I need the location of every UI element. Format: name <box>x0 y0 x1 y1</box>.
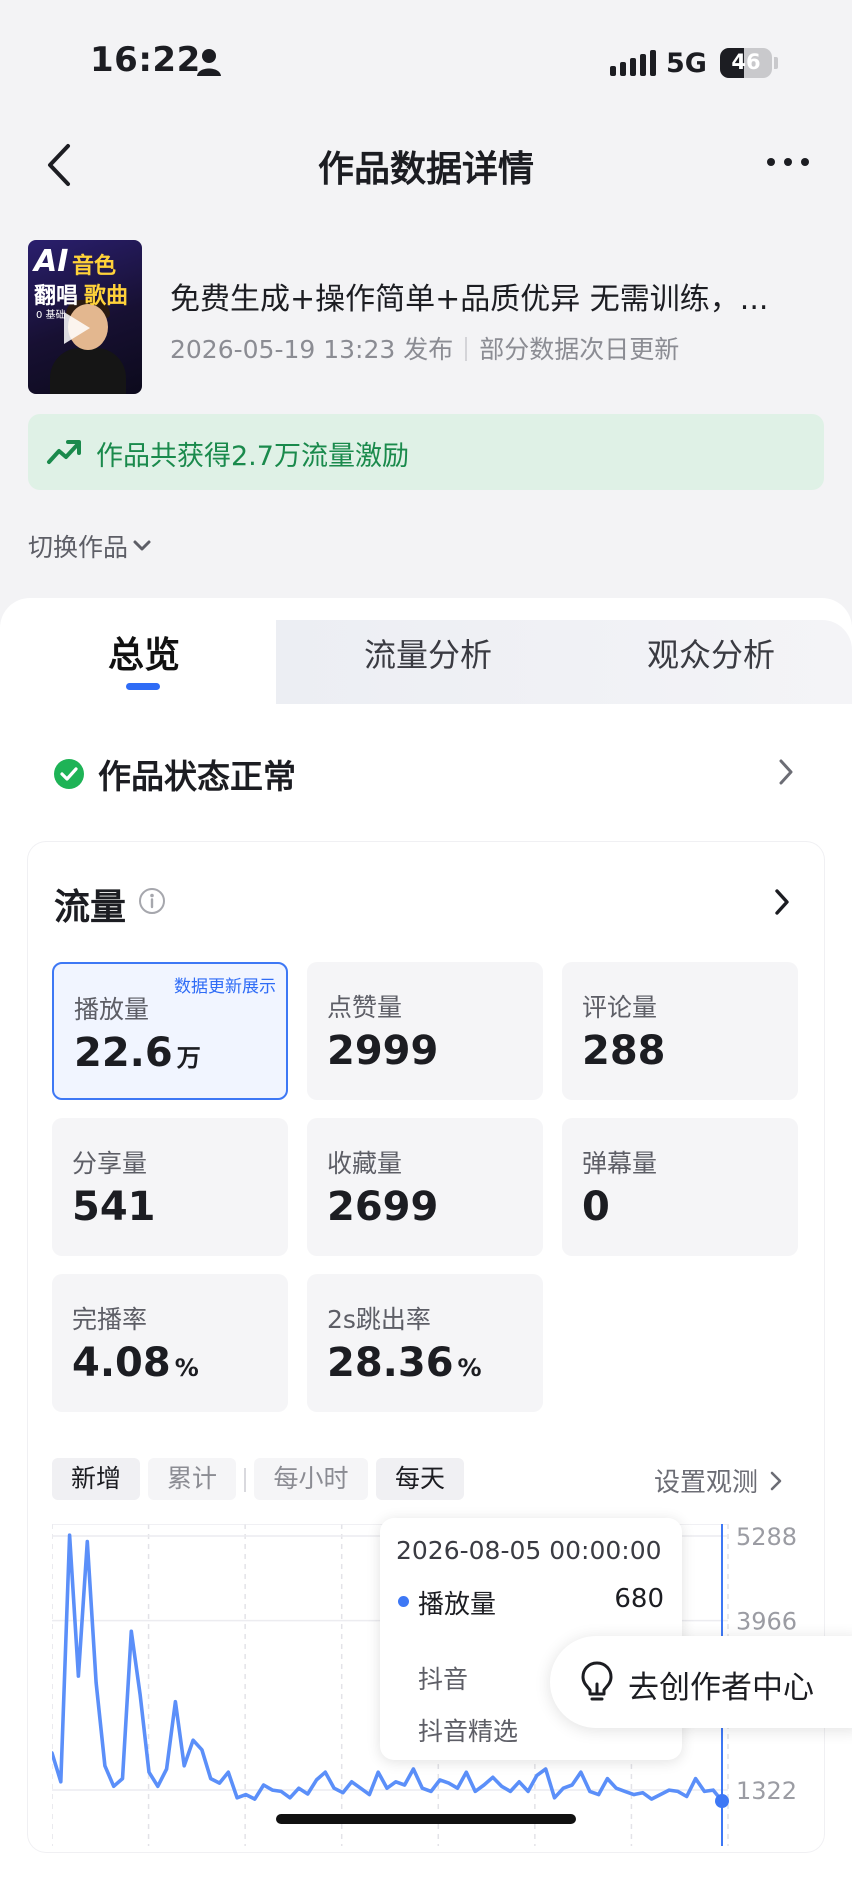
stat-card-shares[interactable]: 分享量 541 <box>52 1118 288 1256</box>
tooltip-source: 抖音精选 <box>418 1717 519 1746</box>
tab-traffic-analysis[interactable]: 流量分析 <box>364 630 492 676</box>
publish-info: 2026-05-19 13:23 发布 <box>170 335 454 364</box>
stat-label: 点赞量 <box>327 993 403 1022</box>
person-icon <box>197 49 221 76</box>
stat-card-bounce-rate[interactable]: 2s跳出率 28.36% <box>307 1274 543 1412</box>
thumb-text-3: 歌曲 <box>84 284 129 309</box>
stat-label: 收藏量 <box>327 1149 403 1178</box>
battery-cap <box>774 57 778 69</box>
traffic-title: 流量 <box>54 887 127 928</box>
signal-icon <box>610 50 656 76</box>
meta-divider <box>465 337 468 361</box>
chevron-down-icon <box>133 540 151 551</box>
update-note: 部分数据次日更新 <box>479 335 680 364</box>
stat-card-favorites[interactable]: 收藏量 2699 <box>307 1118 543 1256</box>
thumb-text-1: 音色 <box>72 254 117 279</box>
stat-value: 22.6 万 <box>74 1030 201 1076</box>
stat-value: 0 <box>582 1184 610 1230</box>
stat-label: 评论量 <box>582 993 658 1022</box>
stat-label: 分享量 <box>72 1149 148 1178</box>
tooltip-source: 抖音 <box>418 1665 469 1694</box>
stat-card-completion-rate[interactable]: 完播率 4.08% <box>52 1274 288 1412</box>
chevron-right-icon[interactable] <box>778 758 794 786</box>
stat-value: 288 <box>582 1028 666 1074</box>
stat-value: 4.08% <box>72 1340 199 1386</box>
lightbulb-icon <box>581 1661 613 1701</box>
segment-hourly[interactable]: 每小时 <box>254 1458 368 1500</box>
traffic-incentive-banner[interactable]: 作品共获得2.7万流量激励 <box>28 414 824 490</box>
battery-level: 46 <box>731 50 761 74</box>
stat-value: 2999 <box>327 1028 439 1074</box>
thumb-ai-text: AI <box>34 244 69 279</box>
stat-card-danmaku[interactable]: 弹幕量 0 <box>562 1118 798 1256</box>
play-icon <box>64 312 90 344</box>
tooltip-date: 2026-08-05 00:00:00 <box>396 1536 662 1565</box>
tab-overview[interactable]: 总览 <box>108 626 180 678</box>
segment-divider <box>244 1468 246 1492</box>
y-tick-label: 3966 <box>736 1608 796 1636</box>
video-title[interactable]: 免费生成+操作简单+品质优异 无需训练，... <box>170 274 810 318</box>
check-circle-icon <box>54 759 84 789</box>
stat-label: 完播率 <box>72 1305 148 1334</box>
battery-icon: 46 <box>720 48 772 78</box>
y-tick-label: 1322 <box>736 1777 796 1805</box>
switch-label: 切换作品 <box>28 533 129 562</box>
tab-audience-analysis[interactable]: 观众分析 <box>647 630 775 676</box>
banner-text: 作品共获得2.7万流量激励 <box>96 441 409 472</box>
tooltip-value: 680 <box>614 1584 664 1614</box>
stat-label: 2s跳出率 <box>327 1305 431 1334</box>
creator-center-label: 去创作者中心 <box>628 1670 814 1706</box>
video-meta: 2026-05-19 13:23 发布 部分数据次日更新 <box>170 330 679 366</box>
work-status-text: 作品状态正常 <box>98 757 296 796</box>
page-title: 作品数据详情 <box>317 149 534 190</box>
update-tag: 数据更新展示 <box>174 977 276 997</box>
set-observation-button[interactable]: 设置观测 <box>654 1462 782 1499</box>
chevron-right-icon <box>770 1471 782 1490</box>
observe-label: 设置观测 <box>654 1468 759 1498</box>
stat-card-plays[interactable]: 数据更新展示 播放量 22.6 万 <box>52 962 288 1100</box>
stat-label: 播放量 <box>74 995 150 1024</box>
tooltip-series: 播放量 <box>418 1590 497 1620</box>
thumb-text-small: 0 基础 <box>36 310 66 321</box>
info-icon[interactable] <box>138 887 166 915</box>
trend-up-icon <box>47 440 81 464</box>
switch-video-button[interactable]: 切换作品 <box>28 528 152 564</box>
stat-card-comments[interactable]: 评论量 288 <box>562 962 798 1100</box>
work-status-row[interactable]: 作品状态正常 <box>54 750 296 798</box>
active-tab-indicator <box>126 683 160 690</box>
segment-new[interactable]: 新增 <box>52 1458 140 1500</box>
highlight-point <box>715 1794 729 1809</box>
segment-cumulative[interactable]: 累计 <box>148 1458 236 1500</box>
network-type: 5G <box>666 48 707 79</box>
series-dot <box>398 1596 409 1607</box>
creator-center-button[interactable]: 去创作者中心 <box>550 1636 852 1728</box>
stat-card-likes[interactable]: 点赞量 2999 <box>307 962 543 1100</box>
stat-value: 541 <box>72 1184 156 1230</box>
home-indicator[interactable] <box>276 1814 576 1824</box>
stat-label: 弹幕量 <box>582 1149 658 1178</box>
y-tick-label: 5288 <box>736 1524 796 1551</box>
more-icon[interactable] <box>766 157 810 167</box>
stat-value: 2699 <box>327 1184 439 1230</box>
segment-daily[interactable]: 每天 <box>376 1458 464 1500</box>
video-thumbnail[interactable]: AI 音色 翻唱 歌曲 0 基础 <box>28 240 142 394</box>
chevron-right-icon[interactable] <box>774 888 790 916</box>
status-time: 16:22 <box>90 40 201 80</box>
stat-value: 28.36% <box>327 1340 482 1386</box>
